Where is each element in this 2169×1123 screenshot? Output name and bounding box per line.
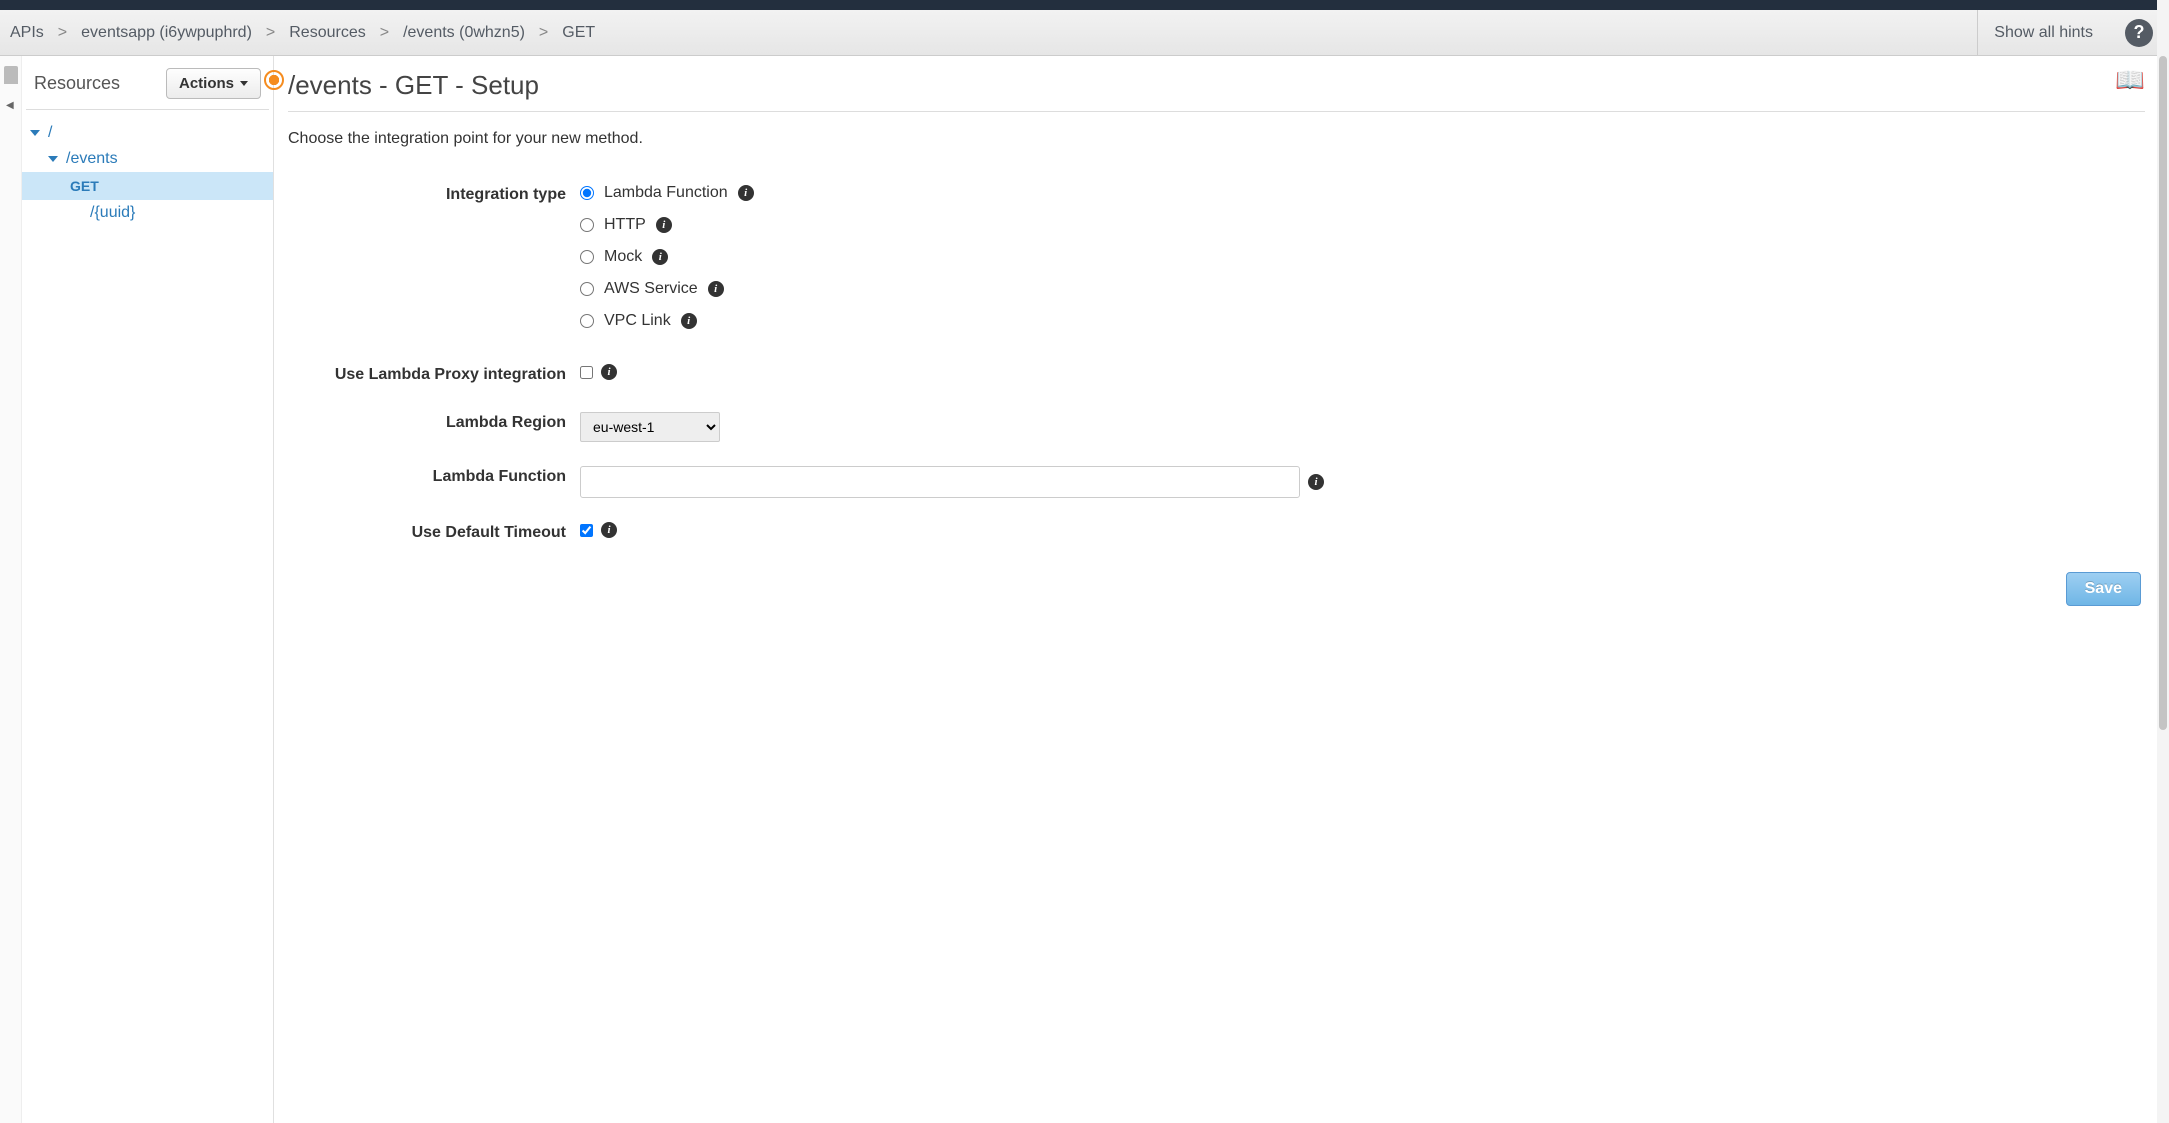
left-gutter: ◀: [0, 56, 22, 1123]
gutter-tab-icon: [4, 66, 18, 84]
label-proxy: Use Lambda Proxy integration: [288, 364, 580, 384]
sidebar-header: Resources Actions: [26, 68, 269, 110]
tree-events[interactable]: /events: [22, 146, 273, 172]
actions-label: Actions: [179, 75, 234, 92]
row-region: Lambda Region eu-west-1: [288, 412, 2145, 442]
radio-lambda-input[interactable]: [580, 186, 594, 200]
page-subtitle: Choose the integration point for your ne…: [288, 130, 2145, 148]
select-region[interactable]: eu-west-1: [580, 412, 720, 442]
crumb-resource-path[interactable]: /events (0whzn5): [403, 24, 525, 42]
checkbox-timeout[interactable]: [580, 524, 593, 537]
crumb-sep: >: [58, 24, 67, 42]
info-icon[interactable]: i: [656, 217, 672, 233]
radio-aws-label: AWS Service: [604, 280, 698, 298]
sidebar-title: Resources: [34, 73, 120, 94]
breadcrumbs: APIs > eventsapp (i6ywpuphrd) > Resource…: [10, 24, 595, 42]
input-lambda-function[interactable]: [580, 466, 1300, 498]
crumb-sep: >: [266, 24, 275, 42]
radio-vpc-input[interactable]: [580, 314, 594, 328]
radio-http-input[interactable]: [580, 218, 594, 232]
crumb-api-name[interactable]: eventsapp (i6ywpuphrd): [81, 24, 252, 42]
radio-mock[interactable]: Mock i: [580, 248, 754, 266]
radio-http-label: HTTP: [604, 216, 646, 234]
tree-events-label: /events: [66, 150, 118, 168]
window-topbar: [0, 0, 2169, 10]
hint-marker-icon[interactable]: [264, 70, 284, 90]
tree-get-label: GET: [70, 178, 99, 194]
breadcrumb-bar: APIs > eventsapp (i6ywpuphrd) > Resource…: [0, 10, 2169, 56]
help-icon[interactable]: ?: [2125, 19, 2153, 47]
radio-aws-service[interactable]: AWS Service i: [580, 280, 754, 298]
label-timeout: Use Default Timeout: [288, 522, 580, 542]
row-function: Lambda Function i: [288, 466, 2145, 498]
crumb-sep: >: [539, 24, 548, 42]
info-icon[interactable]: i: [708, 281, 724, 297]
label-function: Lambda Function: [288, 466, 580, 486]
info-icon[interactable]: i: [601, 522, 617, 538]
resource-tree: / /events GET /{uuid}: [22, 120, 273, 226]
row-proxy: Use Lambda Proxy integration i: [288, 364, 2145, 384]
info-icon[interactable]: i: [738, 185, 754, 201]
show-all-hints[interactable]: Show all hints: [1977, 10, 2109, 56]
sidebar: Resources Actions / /events GET /{uuid}: [22, 56, 274, 1123]
info-icon[interactable]: i: [652, 249, 668, 265]
radio-aws-input[interactable]: [580, 282, 594, 296]
setup-form: Integration type Lambda Function i HTTP …: [288, 184, 2145, 606]
info-icon[interactable]: i: [681, 313, 697, 329]
radio-http[interactable]: HTTP i: [580, 216, 754, 234]
page-title: /events - GET - Setup: [288, 70, 2145, 112]
content-pane: 📖 /events - GET - Setup Choose the integ…: [274, 56, 2169, 1123]
caret-down-icon: [240, 81, 248, 86]
radio-vpc-label: VPC Link: [604, 312, 671, 330]
vertical-scrollbar[interactable]: [2157, 0, 2169, 1123]
tree-method-get[interactable]: GET: [22, 172, 273, 200]
actions-dropdown[interactable]: Actions: [166, 68, 261, 99]
docs-icon[interactable]: 📖: [2115, 66, 2145, 95]
tree-caret-icon: [30, 130, 40, 136]
info-icon[interactable]: i: [601, 364, 617, 380]
tree-uuid[interactable]: /{uuid}: [22, 200, 273, 226]
crumb-sep: >: [380, 24, 389, 42]
tree-root-label: /: [48, 124, 52, 142]
checkbox-proxy[interactable]: [580, 366, 593, 379]
tree-uuid-label: /{uuid}: [90, 204, 135, 222]
label-region: Lambda Region: [288, 412, 580, 432]
crumb-apis[interactable]: APIs: [10, 24, 44, 42]
scrollbar-thumb[interactable]: [2159, 56, 2167, 730]
radio-mock-input[interactable]: [580, 250, 594, 264]
radio-lambda[interactable]: Lambda Function i: [580, 184, 754, 202]
save-row: Save: [288, 572, 2145, 606]
info-icon[interactable]: i: [1308, 474, 1324, 490]
label-integration-type: Integration type: [288, 184, 580, 204]
row-timeout: Use Default Timeout i: [288, 522, 2145, 542]
tree-root[interactable]: /: [22, 120, 273, 146]
crumb-method[interactable]: GET: [562, 24, 595, 42]
row-integration-type: Integration type Lambda Function i HTTP …: [288, 184, 2145, 330]
crumb-resources[interactable]: Resources: [289, 24, 365, 42]
tree-caret-icon: [48, 156, 58, 162]
radio-lambda-label: Lambda Function: [604, 184, 728, 202]
radio-mock-label: Mock: [604, 248, 642, 266]
gutter-collapse-icon[interactable]: ◀: [6, 100, 14, 111]
save-button[interactable]: Save: [2066, 572, 2141, 606]
header-right: Show all hints ?: [1977, 10, 2159, 56]
integration-type-radios: Lambda Function i HTTP i Mock i: [580, 184, 754, 330]
radio-vpc-link[interactable]: VPC Link i: [580, 312, 754, 330]
